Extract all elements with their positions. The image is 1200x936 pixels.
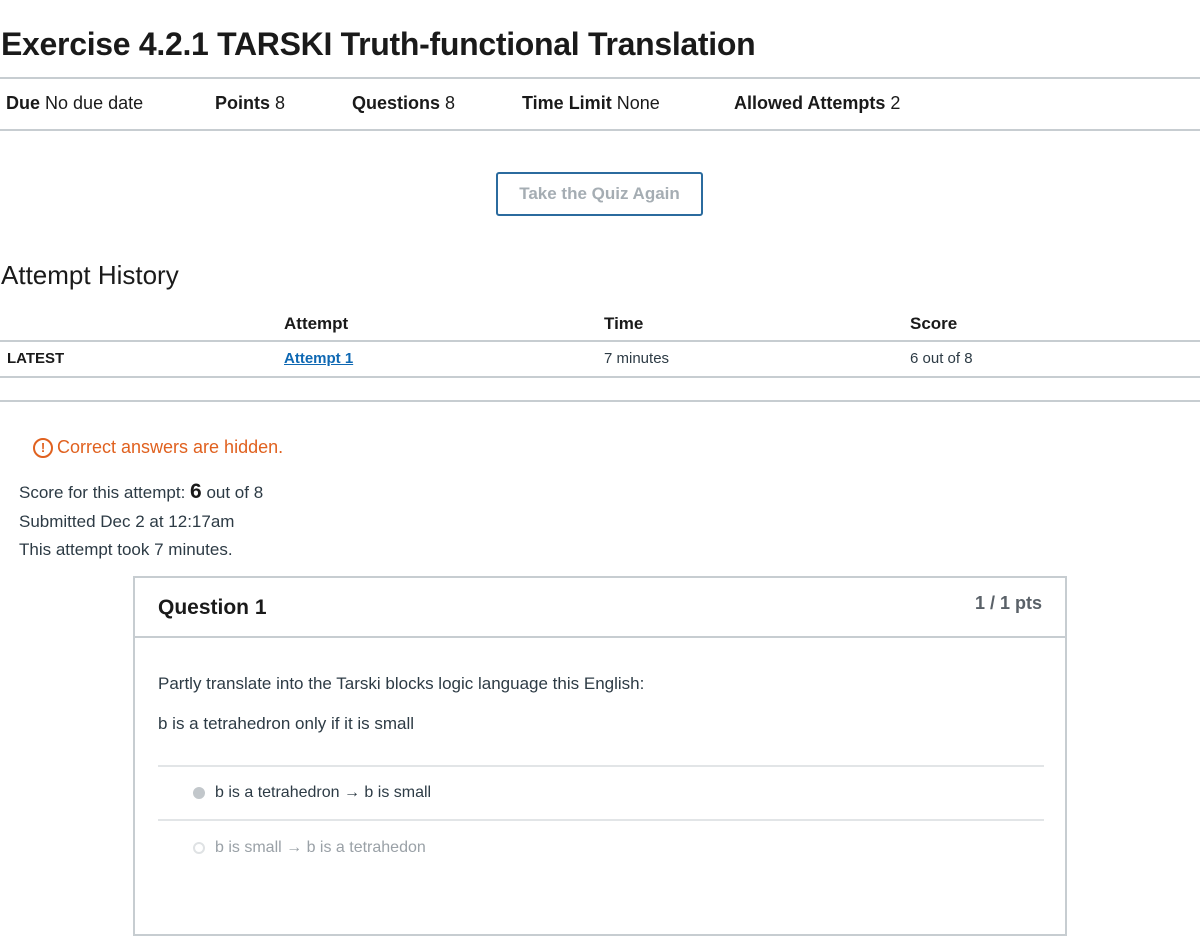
answer-label: b is a tetrahedron → b is small bbox=[215, 784, 432, 801]
table-header-row: Attempt Time Score bbox=[0, 306, 1200, 342]
meta-label: Questions bbox=[352, 93, 441, 113]
meta-value: 8 bbox=[275, 93, 286, 113]
meta-points: Points 8 bbox=[215, 93, 285, 114]
table-row: LATEST Attempt 1 7 minutes 6 out of 8 bbox=[0, 342, 1200, 378]
meta-label: Time Limit bbox=[522, 93, 612, 113]
meta-label: Allowed Attempts bbox=[734, 93, 886, 113]
meta-allowed-attempts: Allowed Attempts 2 bbox=[734, 93, 900, 114]
score-value: 6 bbox=[190, 480, 202, 503]
attempt-score-line: Score for this attempt: 6 out of 8 bbox=[19, 480, 263, 504]
meta-label: Points bbox=[215, 93, 271, 113]
meta-value: None bbox=[616, 93, 660, 113]
warning-text: Correct answers are hidden. bbox=[57, 437, 284, 457]
question-prompt: Partly translate into the Tarski blocks … bbox=[158, 674, 645, 693]
submitted-time: Submitted Dec 2 at 12:17am bbox=[19, 512, 235, 531]
meta-questions: Questions 8 bbox=[352, 93, 455, 114]
question-name: Question 1 bbox=[158, 596, 267, 619]
attempt-1-link[interactable]: Attempt 1 bbox=[284, 350, 353, 367]
answer-option-1[interactable]: b is a tetrahedron → b is small bbox=[193, 784, 431, 802]
quiz-title: Exercise 4.2.1 TARSKI Truth-functional T… bbox=[1, 26, 756, 62]
correct-answers-hidden-notice: ! Correct answers are hidden. bbox=[33, 437, 283, 458]
latest-tag: LATEST bbox=[7, 350, 65, 367]
header-attempt: Attempt bbox=[284, 314, 349, 333]
attempt-duration: This attempt took 7 minutes. bbox=[19, 540, 233, 559]
score-prefix: Score for this attempt: bbox=[19, 483, 186, 502]
take-quiz-again-button[interactable]: Take the Quiz Again bbox=[496, 172, 703, 216]
radio-selected-icon bbox=[193, 787, 205, 799]
answer-option-2[interactable]: b is small → b is a tetrahedon bbox=[193, 839, 426, 857]
score-suffix: out of 8 bbox=[206, 483, 264, 502]
meta-value: No due date bbox=[45, 93, 144, 113]
question-sentence: b is a tetrahedron only if it is small bbox=[158, 714, 415, 733]
meta-label: Due bbox=[6, 93, 41, 113]
attempt-time: 7 minutes bbox=[604, 350, 670, 367]
question-points: 1 / 1 pts bbox=[974, 593, 1042, 613]
meta-value: 8 bbox=[445, 93, 456, 113]
answer-divider bbox=[158, 819, 1044, 821]
answer-label: b is small → b is a tetrahedon bbox=[215, 839, 426, 856]
question-header: Question 1 1 / 1 pts bbox=[135, 578, 1065, 638]
radio-unselected-icon bbox=[193, 842, 205, 854]
meta-due: Due No due date bbox=[6, 93, 143, 114]
meta-value: 2 bbox=[890, 93, 901, 113]
answer-divider bbox=[158, 765, 1044, 767]
header-time: Time bbox=[604, 314, 644, 333]
section-divider bbox=[0, 400, 1200, 402]
header-score: Score bbox=[910, 314, 958, 333]
quiz-meta-bar: Due No due date Points 8 Questions 8 Tim… bbox=[0, 77, 1200, 131]
warning-icon: ! bbox=[33, 437, 53, 458]
meta-time-limit: Time Limit None bbox=[522, 93, 660, 114]
attempt-score: 6 out of 8 bbox=[910, 350, 973, 367]
attempt-history-title: Attempt History bbox=[1, 260, 179, 290]
question-card: Question 1 1 / 1 pts Partly translate in… bbox=[133, 576, 1067, 936]
